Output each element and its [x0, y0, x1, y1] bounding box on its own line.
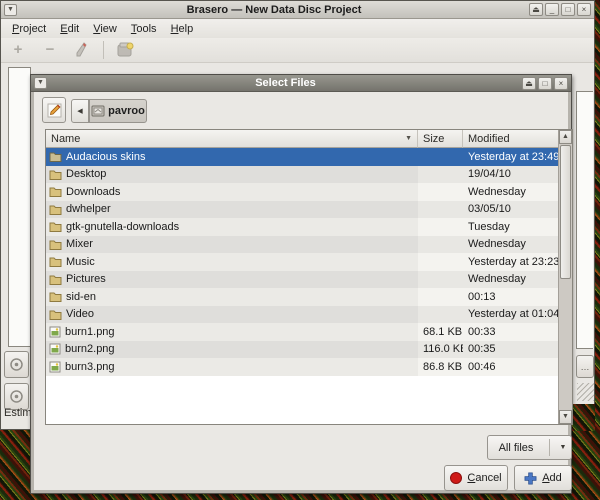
remove-icon: − [46, 43, 55, 57]
folder-icon [49, 239, 62, 250]
cancel-button[interactable]: Cancel [444, 465, 508, 491]
location-pavroo-button[interactable]: pavroo [89, 99, 147, 123]
burn-icon [117, 42, 134, 58]
folder-icon [49, 204, 62, 215]
folder-icon [49, 309, 62, 320]
file-row[interactable]: Desktop 19/04/10 [46, 166, 558, 184]
file-row[interactable]: Pictures Wednesday [46, 271, 558, 289]
minimize-icon[interactable]: _ [545, 3, 559, 16]
dialog-title: Select Files [51, 77, 520, 89]
add-icon: + [14, 43, 23, 57]
overflow-button[interactable]: … [576, 355, 594, 378]
column-header-name[interactable]: Name ▼ [46, 130, 418, 148]
remove-file-button[interactable]: − [39, 40, 61, 60]
file-rows: Audacious skins Yesterday at 23:49 Deskt… [46, 148, 558, 424]
folder-icon [49, 151, 62, 162]
home-folder-icon [91, 105, 105, 117]
file-row[interactable]: dwhelper 03/05/10 [46, 201, 558, 219]
dialog-close-icon[interactable]: × [554, 77, 568, 90]
toolbar-separator [103, 41, 104, 59]
file-row[interactable]: burn3.png 86.8 KB 00:46 [46, 358, 558, 376]
project-pane-fragment [8, 67, 31, 347]
toolbar: + − [1, 38, 594, 63]
eraser-icon [74, 42, 90, 58]
add-label: Add [542, 472, 562, 484]
menu-help[interactable]: Help [164, 21, 201, 37]
main-titlebar[interactable]: ▼ Brasero — New Data Disc Project ⏏ _ □ … [1, 1, 594, 19]
add-file-button[interactable]: + [7, 40, 29, 60]
file-row[interactable]: sid-en 00:13 [46, 288, 558, 306]
resize-grip[interactable] [577, 383, 594, 401]
cancel-icon [450, 472, 462, 484]
dialog-shade-icon[interactable]: ⏏ [522, 77, 536, 90]
name-header-label: Name [51, 133, 80, 145]
file-row[interactable]: Audacious skins Yesterday at 23:49 [46, 148, 558, 166]
dialog-body: ◀ pavroo Name ▼ Size [31, 92, 571, 493]
menubar: Project Edit View Tools Help [1, 19, 594, 38]
pencil-icon [47, 103, 62, 118]
file-row[interactable]: Music Yesterday at 23:23 [46, 253, 558, 271]
folder-icon [49, 291, 62, 302]
add-button[interactable]: Add [514, 465, 572, 491]
combo-separator [549, 439, 550, 456]
dialog-maximize-icon[interactable]: □ [538, 77, 552, 90]
maximize-icon[interactable]: □ [561, 3, 575, 16]
cancel-label: Cancel [467, 472, 501, 484]
back-icon: ◀ [77, 107, 82, 115]
file-list: Name ▼ Size Modified Audacious skins Yes… [45, 129, 573, 425]
burn-button[interactable] [114, 40, 136, 60]
add-plus-icon [524, 472, 537, 485]
screen: ▼ Brasero — New Data Disc Project ⏏ _ □ … [0, 0, 600, 500]
file-row[interactable]: Downloads Wednesday [46, 183, 558, 201]
shade-icon[interactable]: ⏏ [529, 3, 543, 16]
scrollbar-trough[interactable] [559, 280, 572, 410]
folder-icon [49, 186, 62, 197]
dialog-window-menu-icon[interactable]: ▼ [34, 77, 47, 89]
menu-project[interactable]: Project [5, 21, 53, 37]
location-label: pavroo [108, 105, 145, 117]
chevron-down-icon: ▼ [555, 444, 571, 451]
path-back-button[interactable]: ◀ [71, 99, 89, 123]
dialog-titlebar[interactable]: ▼ Select Files ⏏ □ × [31, 75, 571, 92]
desktop-wallpaper-patch [572, 404, 595, 431]
file-row[interactable]: gtk-gnutella-downloads Tuesday [46, 218, 558, 236]
main-window-title: Brasero — New Data Disc Project [21, 4, 527, 16]
scroll-down-icon[interactable]: ▼ [559, 410, 572, 424]
window-menu-icon[interactable]: ▼ [4, 4, 17, 16]
sort-arrow-icon: ▼ [405, 135, 412, 142]
image-file-icon [49, 361, 61, 373]
folder-icon [49, 274, 62, 285]
folder-icon [49, 256, 62, 267]
file-list-main: Name ▼ Size Modified Audacious skins Yes… [46, 130, 558, 424]
column-header-size[interactable]: Size [418, 130, 463, 148]
column-header-modified[interactable]: Modified [463, 130, 558, 148]
file-filter-combo[interactable]: All files ▼ [487, 435, 572, 460]
list-header: Name ▼ Size Modified [46, 130, 558, 148]
menu-tools[interactable]: Tools [124, 21, 164, 37]
status-estimated-size: Estim [4, 407, 31, 419]
image-file-icon [49, 343, 61, 355]
image-file-icon [49, 326, 61, 338]
file-row[interactable]: Video Yesterday at 01:04 [46, 306, 558, 324]
scroll-up-icon[interactable]: ▲ [559, 130, 572, 144]
select-files-dialog: ▼ Select Files ⏏ □ × ◀ [30, 74, 572, 494]
close-icon[interactable]: × [577, 3, 591, 16]
disc-icon [10, 358, 23, 371]
menu-view[interactable]: View [86, 21, 124, 37]
clear-project-button[interactable] [71, 40, 93, 60]
vertical-scrollbar[interactable]: ▲ ▼ [558, 130, 572, 424]
folder-icon [49, 169, 62, 180]
disc-icon [10, 390, 23, 403]
file-row[interactable]: burn2.png 116.0 KB 00:35 [46, 341, 558, 359]
file-row[interactable]: Mixer Wednesday [46, 236, 558, 254]
file-row[interactable]: burn1.png 68.1 KB 00:33 [46, 323, 558, 341]
disc-pane-button-2[interactable] [4, 383, 29, 410]
disc-pane-button[interactable] [4, 351, 29, 378]
folder-icon [49, 221, 62, 232]
file-pane-fragment [576, 91, 593, 349]
menu-edit[interactable]: Edit [53, 21, 86, 37]
scrollbar-thumb[interactable] [560, 145, 571, 279]
filter-value: All files [488, 442, 544, 454]
type-filename-button[interactable] [42, 97, 66, 123]
